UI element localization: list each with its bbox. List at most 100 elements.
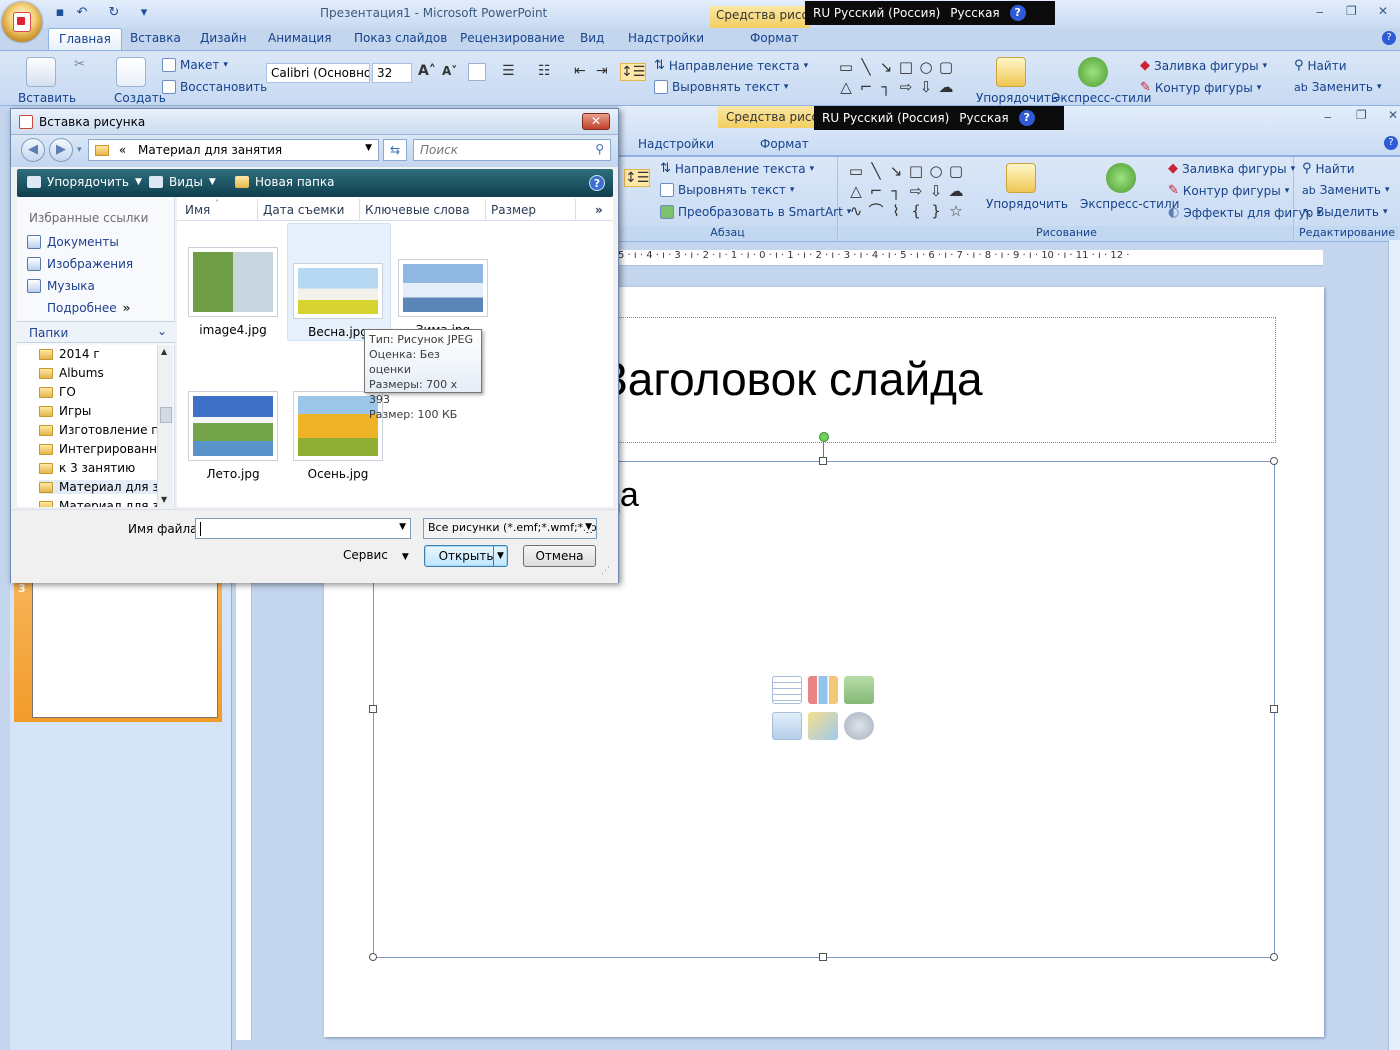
search-input[interactable]: Поиск ⚲ — [413, 139, 611, 161]
second-textbox-shape-icon[interactable]: ▭ — [846, 161, 866, 181]
folder-item[interactable]: к 3 занятию — [39, 461, 157, 475]
oval-shape-icon[interactable]: ○ — [916, 57, 936, 77]
second-align-text-button[interactable]: Выровнять текст ▾ — [660, 183, 794, 197]
views-button[interactable]: Виды ▼ — [149, 175, 216, 189]
file-thumbnail[interactable]: Лето.jpg — [187, 391, 279, 481]
second-shapes-gallery[interactable]: ▭ ╲ ↘ □ ○ ▢ △ ⌐ ┐ ⇨ ⇩ ☁ ∿ ⌒ ⌇{} ☆ — [846, 161, 966, 221]
down-arrow-shape-icon[interactable]: ⇩ — [916, 77, 936, 97]
rotation-handle[interactable] — [819, 432, 829, 442]
filename-dropdown-icon[interactable]: ▼ — [399, 522, 406, 532]
second-line-spacing-icon[interactable]: ↕☰ — [624, 169, 651, 187]
cut-icon[interactable]: ✂ — [74, 57, 85, 72]
second-quick-styles-button[interactable]: Экспресс-стили — [1080, 197, 1179, 211]
file-thumbnail[interactable]: Весна.jpg — [292, 263, 384, 339]
filename-input[interactable]: ▼ — [195, 518, 411, 539]
column-separator[interactable] — [485, 199, 486, 221]
layout-button[interactable]: Макет ▾ — [162, 58, 228, 72]
insert-table-icon[interactable] — [772, 676, 802, 704]
second-keyboard-indicator[interactable]: Русская — [959, 111, 1008, 125]
scroll-up-icon[interactable]: ▲ — [161, 347, 167, 356]
quick-styles-icon[interactable] — [1078, 57, 1108, 87]
grow-font-icon[interactable]: A˄ — [418, 63, 436, 79]
tab-slideshow[interactable]: Показ слайдов — [344, 28, 457, 50]
second-shape-outline-button[interactable]: ✎ Контур фигуры ▾ — [1168, 183, 1289, 198]
column-name[interactable]: Имя — [185, 203, 210, 217]
second-curve-shape-icon[interactable]: ∿ — [846, 201, 866, 221]
second-rounded-rect-shape-icon[interactable]: ▢ — [946, 161, 966, 181]
tab-design[interactable]: Дизайн — [190, 28, 257, 50]
line-shape-icon[interactable]: ╲ — [856, 57, 876, 77]
ribbon-help-icon[interactable]: ? — [1382, 31, 1396, 45]
second-tab-addins[interactable]: Надстройки — [628, 134, 724, 156]
tab-home[interactable]: Главная — [48, 28, 122, 50]
favorite-documents[interactable]: Документы — [27, 235, 119, 249]
second-arc-shape-icon[interactable]: ⌒ — [866, 201, 886, 221]
second-language-bar[interactable]: RU Русский (Россия) Русская ? — [814, 106, 1064, 130]
folder-item[interactable]: Интегрированны — [39, 442, 157, 456]
second-connector-shape-icon[interactable]: ⌐ — [866, 181, 886, 201]
font-name-combo[interactable]: Calibri (Основно — [266, 63, 370, 83]
arrange-icon[interactable] — [996, 57, 1026, 87]
resize-handle-ne[interactable] — [1270, 457, 1278, 465]
column-separator[interactable] — [257, 199, 258, 221]
second-quick-styles-icon[interactable] — [1106, 163, 1136, 193]
second-arrow-line-shape-icon[interactable]: ↘ — [886, 161, 906, 181]
folder-tree-scrollbar[interactable]: ▲ ▼ — [157, 345, 173, 507]
slide-thumbnail[interactable]: 3 — [14, 580, 222, 722]
folder-item[interactable]: 2014 г — [39, 347, 157, 361]
scroll-down-icon[interactable]: ▼ — [161, 495, 167, 504]
forward-icon[interactable]: ▶ — [49, 138, 73, 162]
second-find-button[interactable]: ⚲ Найти — [1302, 161, 1355, 176]
shape-fill-button[interactable]: ◆ Заливка фигуры ▾ — [1140, 58, 1267, 73]
dialog-close-button[interactable]: ✕ — [582, 113, 610, 130]
column-separator[interactable] — [575, 199, 576, 221]
resize-handle-s[interactable] — [819, 953, 827, 961]
minimize-button[interactable]: ‒ — [1316, 5, 1324, 19]
second-tab-format[interactable]: Формат — [750, 134, 819, 156]
column-date[interactable]: Дата съемки — [263, 203, 344, 217]
close-button[interactable]: ✕ — [1378, 4, 1388, 18]
insert-clipart-icon[interactable] — [808, 712, 838, 740]
column-keywords[interactable]: Ключевые слова — [365, 203, 470, 217]
bullets-icon[interactable]: ☰ — [502, 63, 515, 79]
arrow-line-shape-icon[interactable]: ↘ — [876, 57, 896, 77]
second-brace-left-shape-icon[interactable]: { — [906, 201, 926, 221]
connector-shape-icon[interactable]: ⌐ — [856, 77, 876, 97]
arrange-button[interactable]: Упорядочить — [976, 91, 1058, 105]
resize-handle-e[interactable] — [1270, 705, 1278, 713]
shape-outline-button[interactable]: ✎ Контур фигуры ▾ — [1140, 80, 1261, 95]
text-direction-button[interactable]: ⇅ Направление текста ▾ — [654, 58, 808, 73]
shapes-gallery[interactable]: ▭ ╲ ↘ □ ○ ▢ △ ⌐ ┐ ⇨ ⇩ ☁ — [836, 57, 956, 97]
second-maximize-button[interactable]: ❐ — [1356, 108, 1367, 122]
resize-handle-sw[interactable] — [369, 953, 377, 961]
resize-handle-w[interactable] — [369, 705, 377, 713]
second-minimize-button[interactable]: ‒ — [1324, 110, 1332, 124]
organize-button[interactable]: Упорядочить ▼ — [27, 175, 142, 189]
font-size-combo[interactable]: 32 — [372, 63, 412, 83]
folder-item[interactable]: Материал для зан — [39, 499, 157, 507]
right-arrow-shape-icon[interactable]: ⇨ — [896, 77, 916, 97]
columns-more-icon[interactable]: » — [595, 203, 603, 217]
clear-format-icon[interactable] — [468, 63, 486, 81]
history-dropdown-icon[interactable]: ▾ — [77, 145, 82, 155]
second-line-shape-icon[interactable]: ╲ — [866, 161, 886, 181]
elbow-connector-shape-icon[interactable]: ┐ — [876, 77, 896, 97]
replace-button[interactable]: ab Заменить ▾ — [1294, 80, 1381, 94]
favorite-music[interactable]: Музыка — [27, 279, 95, 293]
column-separator[interactable] — [359, 199, 360, 221]
numbering-icon[interactable]: ☷ — [538, 63, 551, 79]
align-text-button[interactable]: Выровнять текст ▾ — [654, 80, 788, 94]
tab-animation[interactable]: Анимация — [258, 28, 341, 50]
open-button[interactable]: Открыть ▼ — [424, 545, 508, 567]
address-dropdown-icon[interactable]: ▼ — [365, 143, 372, 153]
second-freeform-shape-icon[interactable]: ⌇ — [886, 201, 906, 221]
back-icon[interactable]: ◀ — [21, 138, 45, 162]
folders-collapse-icon[interactable]: ⌄ — [157, 324, 167, 338]
second-help-icon[interactable]: ? — [1018, 110, 1035, 126]
second-right-arrow-shape-icon[interactable]: ⇨ — [906, 181, 926, 201]
undo-icon[interactable]: ↶ — [74, 5, 90, 21]
folders-header[interactable]: Папки ⌄ — [17, 321, 175, 343]
cancel-button[interactable]: Отмена — [523, 545, 596, 567]
insert-chart-icon[interactable] — [808, 676, 838, 704]
second-cloud-shape-icon[interactable]: ☁ — [946, 181, 966, 201]
